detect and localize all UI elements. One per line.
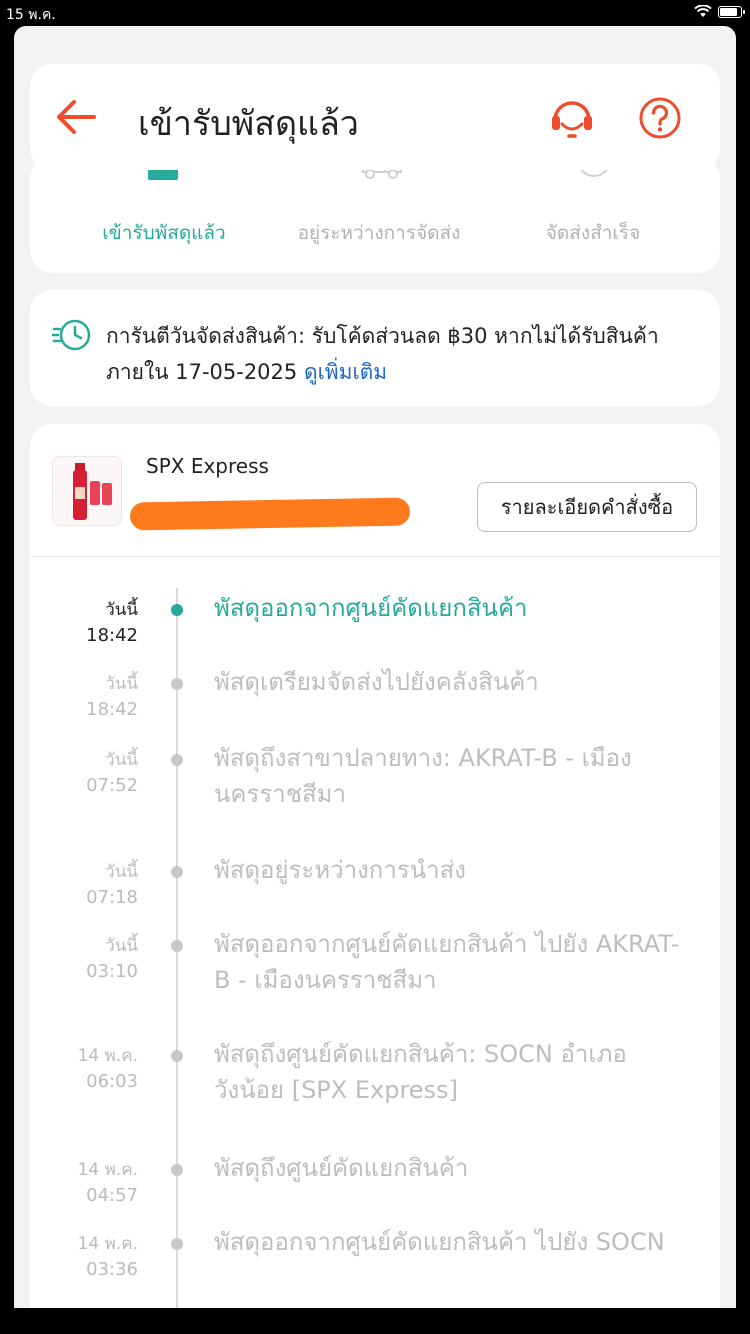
headset-icon xyxy=(552,101,592,138)
event-description: พัสดุออกจากศูนย์คัดแยกสินค้า ไปยัง AKRAT… xyxy=(214,930,680,994)
event-date: 14 พ.ค. xyxy=(77,1234,138,1254)
event-time: 03:10 xyxy=(86,961,138,982)
arrow-left-icon xyxy=(57,100,96,134)
event-time: 18:42 xyxy=(86,625,138,646)
status-time: 15 พ.ค. xyxy=(6,7,56,23)
event-description: พัสดุเตรียมจัดส่งไปยังคลังสินค้า xyxy=(214,668,539,696)
event-description: พัสดุออกจากศูนย์คัดแยกสินค้า xyxy=(214,594,528,622)
event-date: 14 พ.ค. xyxy=(77,1160,138,1180)
fast-clock-icon xyxy=(50,318,92,352)
event-date: วันนี้ xyxy=(105,750,138,770)
event-date: วันนี้ xyxy=(105,862,138,882)
event-description: พัสดุถึงศูนย์คัดแยกสินค้า xyxy=(214,1154,469,1182)
event-time: 18:42 xyxy=(86,699,138,720)
event-description: พัสดุอยู่ระหว่างการนำส่ง xyxy=(214,856,466,884)
step-label-delivered: จัดส่งสำเร็จ xyxy=(545,222,641,244)
customer-support-button[interactable] xyxy=(549,96,595,140)
step-label-in-transit: อยู่ระหว่างการจัดส่ง xyxy=(297,222,461,244)
event-time: 07:18 xyxy=(86,887,138,908)
event-time: 04:57 xyxy=(86,1185,138,1206)
wifi-icon xyxy=(694,5,712,17)
page-title: เข้ารับพัสดุแล้ว xyxy=(138,104,359,144)
tracking-card: SPX Express 020002200020 รายละเอียดคำสั่… xyxy=(30,424,720,1308)
question-circle-icon xyxy=(639,97,681,139)
divider xyxy=(30,556,720,557)
shipping-progress: เข้ารับพัสดุแล้ว อยู่ระหว่างการจัดส่ง จั… xyxy=(30,143,720,273)
event-time: 06:03 xyxy=(86,1071,138,1092)
timeline-dot xyxy=(171,604,183,616)
timeline-dot xyxy=(171,1238,183,1250)
event-date: วันนี้ xyxy=(105,936,138,956)
app-screen: เข้ารับพัสดุแล้ว เข้ารับพัสดุแล้ว อยู่ระ… xyxy=(14,26,736,1308)
see-more-link[interactable]: ดูเพิ่มเติม xyxy=(304,360,387,384)
header-bar: เข้ารับพัสดุแล้ว xyxy=(30,64,720,170)
timeline-dot xyxy=(171,866,183,878)
timeline-dot xyxy=(171,1164,183,1176)
timeline-dot xyxy=(171,1050,183,1062)
event-time: 07:52 xyxy=(86,775,138,796)
carrier-name: SPX Express xyxy=(146,454,269,478)
event-description: พัสดุถึงสาขาปลายทาง: AKRAT-B - เมืองนครร… xyxy=(214,744,632,808)
event-date: วันนี้ xyxy=(105,600,138,620)
battery-icon xyxy=(718,5,745,18)
timeline-dot xyxy=(171,678,183,690)
event-time: 03:36 xyxy=(86,1259,138,1280)
timeline-dot xyxy=(171,754,183,766)
event-description: พัสดุถึงศูนย์คัดแยกสินค้า: SOCN อำเภอวัง… xyxy=(214,1040,627,1104)
event-description: พัสดุออกจากศูนย์คัดแยกสินค้า ไปยัง SOCN xyxy=(214,1228,665,1256)
event-date: 14 พ.ค. xyxy=(77,1046,138,1066)
status-indicators xyxy=(694,5,745,18)
help-button[interactable] xyxy=(638,96,682,140)
product-thumbnail[interactable] xyxy=(52,456,122,526)
order-details-button[interactable]: รายละเอียดคำสั่งซื้อ xyxy=(477,482,697,532)
back-button[interactable] xyxy=(54,97,98,137)
event-date: วันนี้ xyxy=(105,674,138,694)
delivery-guarantee-notice: การันตีวันจัดส่งสินค้า: รับโค้ดส่วนลด ฿3… xyxy=(30,290,720,406)
status-bar: 15 พ.ค. xyxy=(0,0,750,26)
redaction-mark xyxy=(129,497,411,531)
timeline-dot xyxy=(171,940,183,952)
guarantee-text: การันตีวันจัดส่งสินค้า: รับโค้ดส่วนลด ฿3… xyxy=(106,318,706,390)
step-label-picked-up: เข้ารับพัสดุแล้ว xyxy=(102,222,226,244)
